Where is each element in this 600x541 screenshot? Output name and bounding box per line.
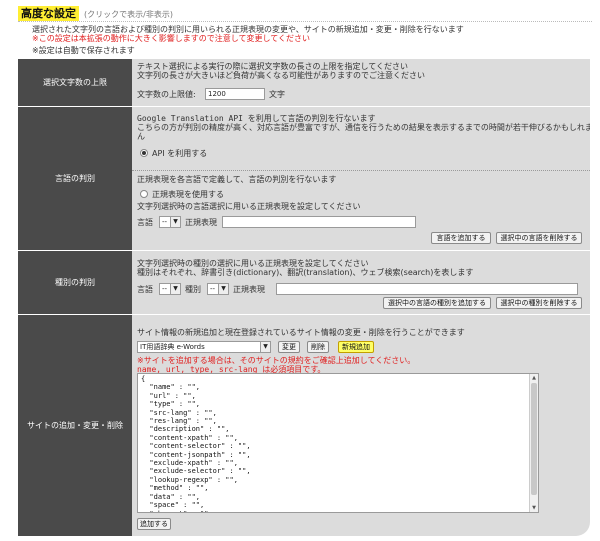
section-divider — [18, 106, 590, 107]
scroll-thumb[interactable] — [531, 383, 537, 495]
lang-select[interactable]: -- ▼ — [159, 216, 181, 228]
type-select[interactable]: -- ▼ — [207, 283, 229, 295]
new-site-button[interactable]: 新規追加 — [338, 341, 374, 353]
scroll-up-icon[interactable]: ▲ — [530, 374, 538, 382]
type-regex-label: 正規表現 — [233, 285, 265, 294]
char-limit-field-label: 文字数の上限値: — [137, 90, 196, 99]
char-limit-input[interactable]: 1200 — [205, 88, 265, 100]
lang-select-value: -- — [162, 218, 168, 226]
api-radio-label[interactable]: API を利用する — [152, 148, 207, 159]
api-desc-1: こちらの方が判別の精度が高く、対応言語が豊富ですが、通信を行うための結果を表示す… — [137, 123, 590, 132]
regex-radio[interactable] — [140, 190, 148, 198]
type-regex-input[interactable] — [276, 283, 578, 295]
api-desc-2: ん — [137, 132, 145, 141]
submit-site-button[interactable]: 追加する — [137, 518, 171, 530]
site-edit-desc: サイト情報の新規追加と現在登録されているサイト情報の変更・削除を行うことができま… — [137, 328, 465, 337]
chevron-down-icon: ▼ — [170, 284, 180, 294]
lang-label: 言語 — [137, 218, 153, 227]
chevron-down-icon: ▼ — [218, 284, 228, 294]
type-lang-select-value: -- — [162, 285, 168, 293]
delete-type-button[interactable]: 選択中の種別を削除する — [496, 297, 582, 309]
intro-warning: ※この設定は本拡張の動作に大きく影響しますので注意して変更してください — [32, 34, 310, 43]
toggle-hint[interactable]: (クリックで表示/非表示) — [84, 9, 173, 20]
char-limit-label: 選択文字数の上限 — [43, 78, 107, 87]
lang-detect-label: 言語の判別 — [55, 174, 95, 183]
type-label: 種別 — [185, 285, 201, 294]
site-json-content: { "name" : "", "url" : "", "type" : "", … — [141, 375, 251, 512]
char-limit-unit: 文字 — [269, 90, 285, 99]
char-limit-desc-2: 文字列の長さが大きいほど負荷が高くなる可能性がありますのでご注意ください — [137, 71, 425, 80]
site-select[interactable]: IT用語辞典 e-Words ▼ — [137, 341, 271, 353]
add-language-button[interactable]: 言語を追加する — [431, 232, 491, 244]
regex-radio-label[interactable]: 正規表現を使用する — [152, 189, 224, 200]
type-lang-select[interactable]: -- ▼ — [159, 283, 181, 295]
advanced-settings-title[interactable]: 高度な設定 — [18, 6, 79, 21]
type-lang-label: 言語 — [137, 285, 153, 294]
regex-label: 正規表現 — [185, 218, 217, 227]
change-button[interactable]: 変更 — [278, 341, 300, 353]
subsection-divider — [132, 170, 590, 171]
autosave-note: ※設定は自動で保存されます — [32, 46, 135, 55]
lang-regex-input[interactable] — [222, 216, 416, 228]
regex-desc: 文字列選択時の言語選択に用いる正規表現を設定してください — [137, 202, 361, 211]
section-divider — [18, 250, 590, 251]
chevron-down-icon: ▼ — [170, 217, 180, 227]
type-select-value: -- — [210, 285, 216, 293]
chevron-down-icon: ▼ — [260, 342, 270, 352]
settings-panel: 選択文字数の上限 言語の判別 種別の判別 サイトの追加・変更・削除 テキスト選択… — [18, 59, 590, 536]
scroll-down-icon[interactable]: ▼ — [530, 504, 538, 512]
delete-button[interactable]: 削除 — [307, 341, 329, 353]
add-type-button[interactable]: 選択中の言語の種別を追加する — [383, 297, 491, 309]
api-radio[interactable] — [140, 149, 148, 157]
advanced-settings-header[interactable]: 高度な設定 (クリックで表示/非表示) — [18, 6, 592, 22]
section-divider — [18, 314, 590, 315]
type-detect-label: 種別の判別 — [55, 278, 95, 287]
site-json-textarea[interactable]: { "name" : "", "url" : "", "type" : "", … — [137, 373, 539, 513]
delete-language-button[interactable]: 選択中の言語を削除する — [496, 232, 582, 244]
type-desc-2: 種別はそれぞれ、辞書引き(dictionary)、翻訳(translation)… — [137, 268, 474, 277]
textarea-scrollbar[interactable]: ▲ ▼ — [529, 374, 538, 512]
site-select-value: IT用語辞典 e-Words — [140, 343, 205, 351]
regex-description: 正規表現を各言語で定義して、言語の判別を行ないます — [137, 175, 337, 184]
site-edit-label: サイトの追加・変更・削除 — [27, 421, 123, 430]
